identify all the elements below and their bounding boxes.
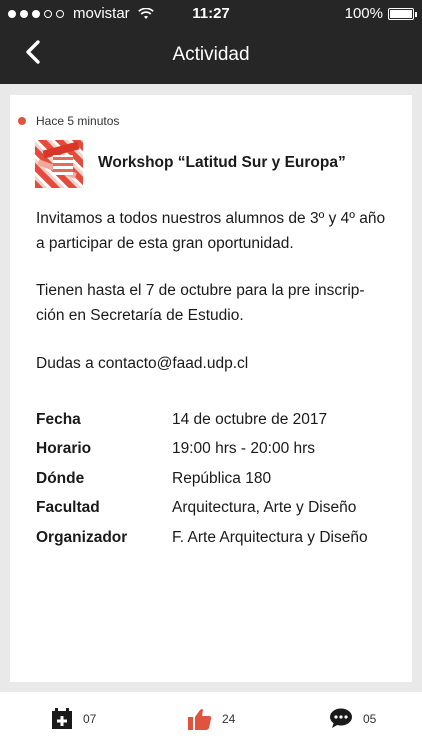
event-description-paragraph: Tienen hasta el 7 de octubre para la pre… xyxy=(36,282,365,324)
top-bar: movistar 11:27 100% Actividad xyxy=(0,0,422,84)
detail-label: Fecha xyxy=(36,410,81,428)
event-details: Fecha 14 de octubre de 2017 Horario 19:0… xyxy=(36,405,396,553)
calendar-count: 07 xyxy=(83,712,97,726)
detail-value: 14 de octubre de 2017 xyxy=(172,410,328,428)
battery-icon xyxy=(388,7,417,20)
like-button[interactable]: 24 xyxy=(188,708,235,730)
detail-row-horario: Horario 19:00 hrs - 20:00 hrs xyxy=(36,435,396,465)
detail-label: Organizador xyxy=(36,528,128,546)
detail-value: Arquitectura, Arte y Diseño xyxy=(172,499,357,517)
unread-indicator xyxy=(18,117,26,125)
event-thumbnail[interactable] xyxy=(35,140,83,188)
battery-percent: 100% xyxy=(344,5,383,22)
event-description-paragraph: Invitamos a todos nuestros alumnos de 3º… xyxy=(36,210,386,252)
post-timestamp-row: Hace 5 minutos xyxy=(18,114,119,128)
detail-row-fecha: Fecha 14 de octubre de 2017 xyxy=(36,405,396,435)
detail-value: F. Arte Arquitectura y Diseño xyxy=(172,528,368,546)
thumbs-up-icon xyxy=(188,709,212,730)
detail-value: República 180 xyxy=(172,469,272,487)
detail-value: 19:00 hrs - 20:00 hrs xyxy=(172,440,316,458)
detail-row-donde: Dónde República 180 xyxy=(36,464,396,494)
detail-row-facultad: Facultad Arquitectura, Arte y Diseño xyxy=(36,494,396,524)
action-bar: 07 24 05 xyxy=(0,692,422,750)
detail-row-organizador: Organizador F. Arte Arquitectura y Diseñ… xyxy=(36,523,396,553)
detail-label: Facultad xyxy=(36,499,100,517)
calendar-add-icon xyxy=(52,708,72,729)
comment-button[interactable]: 05 xyxy=(329,708,376,729)
post-timestamp: Hace 5 minutos xyxy=(36,114,120,128)
add-to-calendar-button[interactable]: 07 xyxy=(51,708,96,730)
battery-status: 100% xyxy=(344,5,417,22)
event-title: Workshop “Latitud Sur y Europa” xyxy=(98,154,346,171)
status-bar: movistar 11:27 100% xyxy=(0,0,422,28)
speech-bubble-icon xyxy=(330,708,352,728)
activity-card: Hace 5 minutos Workshop “Latitud Sur y E… xyxy=(10,95,412,682)
comment-count: 05 xyxy=(363,711,377,726)
page-title: Actividad xyxy=(172,44,250,65)
contact-paragraph[interactable]: Dudas a contacto@faad.udp.cl xyxy=(36,351,386,376)
detail-label: Dónde xyxy=(36,469,85,487)
like-count: 24 xyxy=(222,712,236,726)
detail-label: Horario xyxy=(36,440,92,458)
